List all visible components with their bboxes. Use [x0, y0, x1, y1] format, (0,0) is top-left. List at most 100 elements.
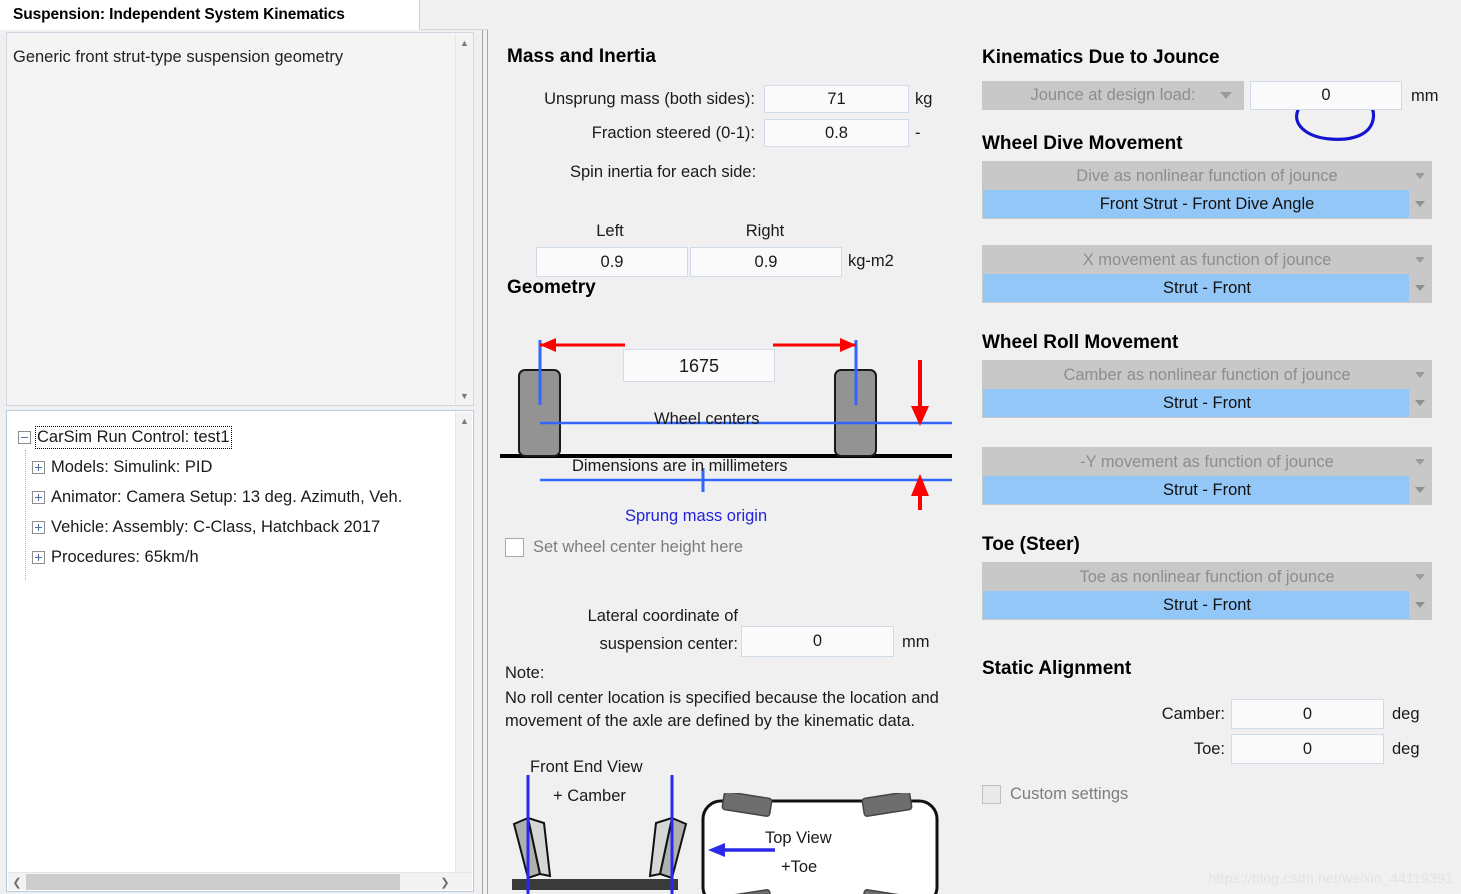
dive-dataset-label: Front Strut - Front Dive Angle — [1099, 194, 1315, 213]
y-movement-dataset-combo[interactable]: Strut - Front — [983, 476, 1431, 504]
spin-inertia-left-header: Left — [596, 222, 624, 240]
wheel-roll-heading: Wheel Roll Movement — [982, 332, 1179, 353]
set-wheel-center-height-checkbox-row[interactable]: Set wheel center height here — [505, 538, 743, 557]
collapse-minus-icon[interactable] — [18, 430, 31, 444]
camber-function-combo[interactable]: Camber as nonlinear function of jounce — [983, 361, 1431, 389]
lateral-coordinate-input[interactable]: 0 — [741, 626, 894, 657]
right-column: Kinematics Due to Jounce Jounce at desig… — [975, 30, 1461, 894]
chevron-down-icon[interactable] — [1409, 246, 1431, 274]
unsprung-mass-row: Unsprung mass (both sides): 71 kg — [490, 85, 950, 113]
sprung-mass-origin-label: Sprung mass origin — [625, 507, 768, 525]
jounce-at-design-load-input[interactable]: 0 — [1250, 81, 1402, 110]
y-movement-function-label: -Y movement as function of jounce — [1080, 452, 1334, 471]
tree-horizontal-scrollbar[interactable]: ❮ ❯ — [8, 872, 472, 890]
scroll-up-icon[interactable]: ▲ — [456, 34, 473, 51]
description-box[interactable]: Generic front strut-type suspension geom… — [6, 32, 474, 406]
expand-plus-icon[interactable] — [32, 460, 45, 474]
dimensions-note-label: Dimensions are in millimeters — [572, 457, 788, 475]
set-wheel-center-height-checkbox[interactable] — [505, 538, 524, 557]
x-movement-dataset-label: Strut - Front — [1162, 278, 1252, 297]
unsprung-mass-input[interactable]: 71 — [764, 85, 909, 113]
chevron-down-icon[interactable] — [1409, 190, 1431, 218]
static-toe-label: Toe: — [1193, 740, 1225, 758]
fraction-steered-input[interactable]: 0.8 — [764, 119, 909, 147]
lateral-coordinate-unit: mm — [902, 633, 930, 651]
scroll-down-icon[interactable]: ▼ — [456, 387, 473, 404]
tree-item-models[interactable]: Models: Simulink: PID — [18, 452, 455, 482]
spin-inertia-unit: kg-m2 — [848, 252, 894, 270]
description-vertical-scrollbar[interactable]: ▲ ▼ — [455, 34, 472, 404]
static-camber-input[interactable]: 0 — [1231, 699, 1384, 729]
tree-item-animator[interactable]: Animator: Camera Setup: 13 deg. Azimuth,… — [18, 482, 455, 512]
run-control-tree[interactable]: CarSim Run Control: test1 Models: Simuli… — [6, 410, 474, 892]
lateral-coordinate-label-line1: Lateral coordinate of — [587, 607, 738, 625]
chevron-down-icon[interactable] — [1409, 274, 1431, 302]
expand-plus-icon[interactable] — [32, 490, 45, 504]
spin-inertia-left-input[interactable]: 0.9 — [536, 247, 688, 277]
camber-dataset-label: Strut - Front — [1162, 393, 1252, 412]
dive-dataset-combo[interactable]: Front Strut - Front Dive Angle — [983, 190, 1431, 218]
tab-label: Suspension: Independent System Kinematic… — [13, 5, 345, 23]
track-width-input[interactable]: 1675 — [623, 349, 775, 382]
toe-steer-group-1: Toe as nonlinear function of jounce Stru… — [982, 562, 1432, 620]
spin-inertia-right-input[interactable]: 0.9 — [690, 247, 842, 277]
wheel-dive-group-2: X movement as function of jounce Strut -… — [982, 245, 1432, 303]
camber-dataset-combo[interactable]: Strut - Front — [983, 389, 1431, 417]
chevron-down-icon[interactable] — [1409, 448, 1431, 476]
chevron-down-icon[interactable] — [1409, 591, 1431, 619]
custom-settings-checkbox-row[interactable]: Custom settings — [982, 785, 1128, 804]
scroll-left-icon[interactable]: ❮ — [8, 873, 26, 891]
horizontal-scroll-thumb[interactable] — [26, 874, 400, 890]
custom-settings-label: Custom settings — [1010, 785, 1129, 803]
tree-vertical-scrollbar[interactable]: ▲ ▼ — [455, 412, 472, 890]
fraction-steered-row: Fraction steered (0-1): 0.8 - — [490, 119, 950, 147]
front-end-view-diagram — [512, 775, 688, 894]
note-title: Note: — [505, 664, 545, 682]
toe-function-combo[interactable]: Toe as nonlinear function of jounce — [983, 563, 1431, 591]
chevron-down-icon[interactable] — [1409, 361, 1431, 389]
tree-item-procedures[interactable]: Procedures: 65km/h — [18, 542, 455, 572]
chevron-down-icon[interactable] — [1409, 389, 1431, 417]
jounce-at-design-load-combo[interactable]: Jounce at design load: — [982, 81, 1244, 110]
tree-item-label: Animator: Camera Setup: 13 deg. Azimuth,… — [51, 487, 403, 506]
tree-item-vehicle[interactable]: Vehicle: Assembly: C-Class, Hatchback 20… — [18, 512, 455, 542]
dive-function-combo[interactable]: Dive as nonlinear function of jounce — [983, 162, 1431, 190]
static-camber-unit: deg — [1392, 705, 1420, 723]
chevron-down-icon[interactable] — [1409, 563, 1431, 591]
tree-item-root[interactable]: CarSim Run Control: test1 — [18, 422, 455, 452]
custom-settings-checkbox[interactable] — [982, 785, 1001, 804]
left-panel: Generic front strut-type suspension geom… — [0, 30, 482, 894]
wheel-centers-label: Wheel centers — [654, 410, 760, 428]
x-movement-dataset-combo[interactable]: Strut - Front — [983, 274, 1431, 302]
unsprung-mass-label: Unsprung mass (both sides): — [544, 89, 755, 108]
tree-guide-line — [25, 450, 26, 580]
tab-suspension-kinematics[interactable]: Suspension: Independent System Kinematic… — [0, 0, 420, 30]
wheel-roll-group-2: -Y movement as function of jounce Strut … — [982, 447, 1432, 505]
chevron-down-icon[interactable] — [1409, 162, 1431, 190]
top-view-title: Top View — [765, 829, 832, 847]
chevron-down-icon[interactable] — [1409, 476, 1431, 504]
tree-item-label: Models: Simulink: PID — [51, 457, 213, 476]
static-toe-input[interactable]: 0 — [1231, 734, 1384, 764]
watermark: https://blog.csdn.net/weixin_44119391 — [1208, 870, 1453, 886]
static-toe-unit: deg — [1392, 740, 1420, 758]
top-view-subtitle: +Toe — [781, 858, 818, 876]
scroll-right-icon[interactable]: ❯ — [436, 873, 454, 891]
panel-splitter[interactable] — [482, 30, 488, 894]
y-movement-function-combo[interactable]: -Y movement as function of jounce — [983, 448, 1431, 476]
scroll-up-icon[interactable]: ▲ — [456, 412, 473, 429]
x-movement-function-label: X movement as function of jounce — [1082, 250, 1332, 269]
expand-plus-icon[interactable] — [32, 550, 45, 564]
tab-strip: Suspension: Independent System Kinematic… — [0, 0, 488, 30]
description-text: Generic front strut-type suspension geom… — [13, 48, 344, 66]
geometry-heading: Geometry — [507, 277, 596, 298]
toe-function-label: Toe as nonlinear function of jounce — [1079, 567, 1335, 586]
tree-item-label: Procedures: 65km/h — [51, 547, 199, 566]
unsprung-mass-unit: kg — [915, 89, 933, 108]
x-movement-function-combo[interactable]: X movement as function of jounce — [983, 246, 1431, 274]
note-body: No roll center location is specified bec… — [505, 689, 939, 730]
chevron-down-icon[interactable] — [1220, 92, 1232, 99]
toe-dataset-combo[interactable]: Strut - Front — [983, 591, 1431, 619]
expand-plus-icon[interactable] — [32, 520, 45, 534]
toe-dataset-label: Strut - Front — [1162, 595, 1252, 614]
